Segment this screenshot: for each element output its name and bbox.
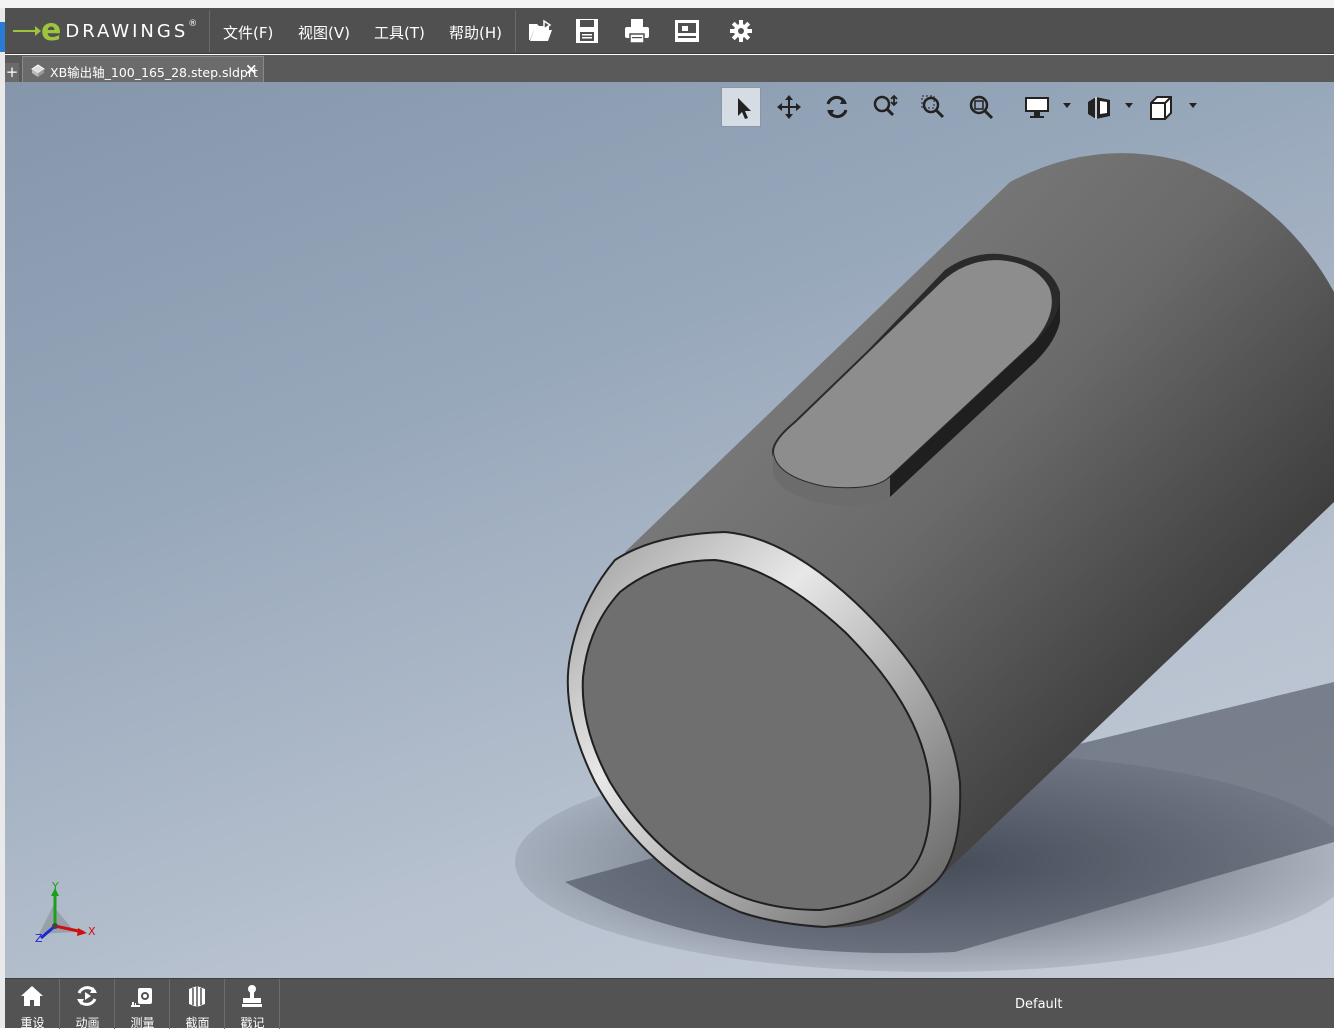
- document-tab-bar: + XB输出轴_100_165_28.step.sldprt ×: [5, 55, 1334, 82]
- measure-icon: [131, 988, 152, 1007]
- section-label: 截面: [185, 1016, 210, 1030]
- menu-tools[interactable]: 工具(T): [374, 22, 425, 43]
- stamp-icon: [242, 985, 262, 1007]
- rotate-icon[interactable]: [817, 87, 857, 127]
- logo-mark: ®: [188, 19, 198, 29]
- stamp-label: 戳记: [240, 1016, 265, 1030]
- home-icon: [21, 986, 43, 1006]
- document-tab-title: XB输出轴_100_165_28.step.sldprt: [50, 65, 258, 80]
- measure-label: 测量: [130, 1016, 155, 1030]
- zoom-icon[interactable]: [865, 87, 905, 127]
- settings-icon[interactable]: [727, 17, 755, 45]
- shaft-model: [515, 153, 1334, 972]
- display-style-dropdown-icon[interactable]: [1063, 103, 1071, 108]
- reset-button[interactable]: 重设: [5, 979, 60, 1030]
- section-icon: [189, 986, 205, 1007]
- zoom-to-area-icon[interactable]: [913, 87, 953, 127]
- divider: [209, 10, 210, 52]
- open-icon[interactable]: [526, 17, 554, 45]
- view-orientation-dropdown-icon[interactable]: [1189, 103, 1197, 108]
- triad-y-label: Y: [52, 880, 59, 893]
- measure-button[interactable]: 测量: [115, 979, 170, 1030]
- logo-arrow-icon: [13, 26, 41, 36]
- section-button[interactable]: 截面: [170, 979, 225, 1030]
- zoom-to-fit-icon[interactable]: [961, 87, 1001, 127]
- reset-label: 重设: [20, 1016, 45, 1030]
- pan-icon[interactable]: [769, 87, 809, 127]
- select-icon[interactable]: [721, 87, 761, 127]
- triad-z-label: Z: [35, 932, 43, 945]
- view-orientation-icon[interactable]: [1141, 87, 1181, 127]
- bottom-toolbar: 重设 动画 测量 截面 戳记 Default: [5, 978, 1334, 1030]
- publish-icon[interactable]: [673, 17, 701, 45]
- logo-letter: e: [41, 13, 62, 48]
- close-tab-icon[interactable]: ×: [245, 60, 258, 78]
- 3d-viewport[interactable]: Y X Z: [5, 82, 1334, 978]
- part-file-icon: [30, 62, 46, 78]
- menu-bar: e DRAWINGS ® 文件(F) 视图(V) 工具(T) 帮助(H): [5, 8, 1334, 54]
- hide-show-dropdown-icon[interactable]: [1125, 103, 1133, 108]
- animate-icon: [77, 986, 97, 1006]
- configuration-name[interactable]: Default: [1015, 997, 1063, 1012]
- document-tab[interactable]: XB输出轴_100_165_28.step.sldprt ×: [22, 56, 264, 82]
- menu-help[interactable]: 帮助(H): [449, 22, 502, 43]
- menu-view[interactable]: 视图(V): [298, 22, 350, 43]
- save-icon[interactable]: [573, 17, 601, 45]
- background-window-strip: [0, 0, 1334, 8]
- animate-label: 动画: [75, 1016, 100, 1030]
- edrawings-logo: e DRAWINGS ®: [13, 14, 197, 48]
- animate-button[interactable]: 动画: [60, 979, 115, 1030]
- display-style-icon[interactable]: [1017, 87, 1057, 127]
- stamp-button[interactable]: 戳记: [225, 979, 280, 1030]
- coordinate-triad: Y X Z: [31, 880, 101, 952]
- hide-show-icon[interactable]: [1079, 87, 1119, 127]
- new-tab-button[interactable]: +: [5, 63, 19, 82]
- triad-x-label: X: [88, 925, 96, 938]
- print-icon[interactable]: [623, 17, 651, 45]
- menu-file[interactable]: 文件(F): [223, 22, 273, 43]
- logo-word: DRAWINGS: [65, 20, 189, 42]
- edrawings-window: e DRAWINGS ® 文件(F) 视图(V) 工具(T) 帮助(H) + X…: [0, 0, 1334, 1030]
- divider: [515, 10, 516, 52]
